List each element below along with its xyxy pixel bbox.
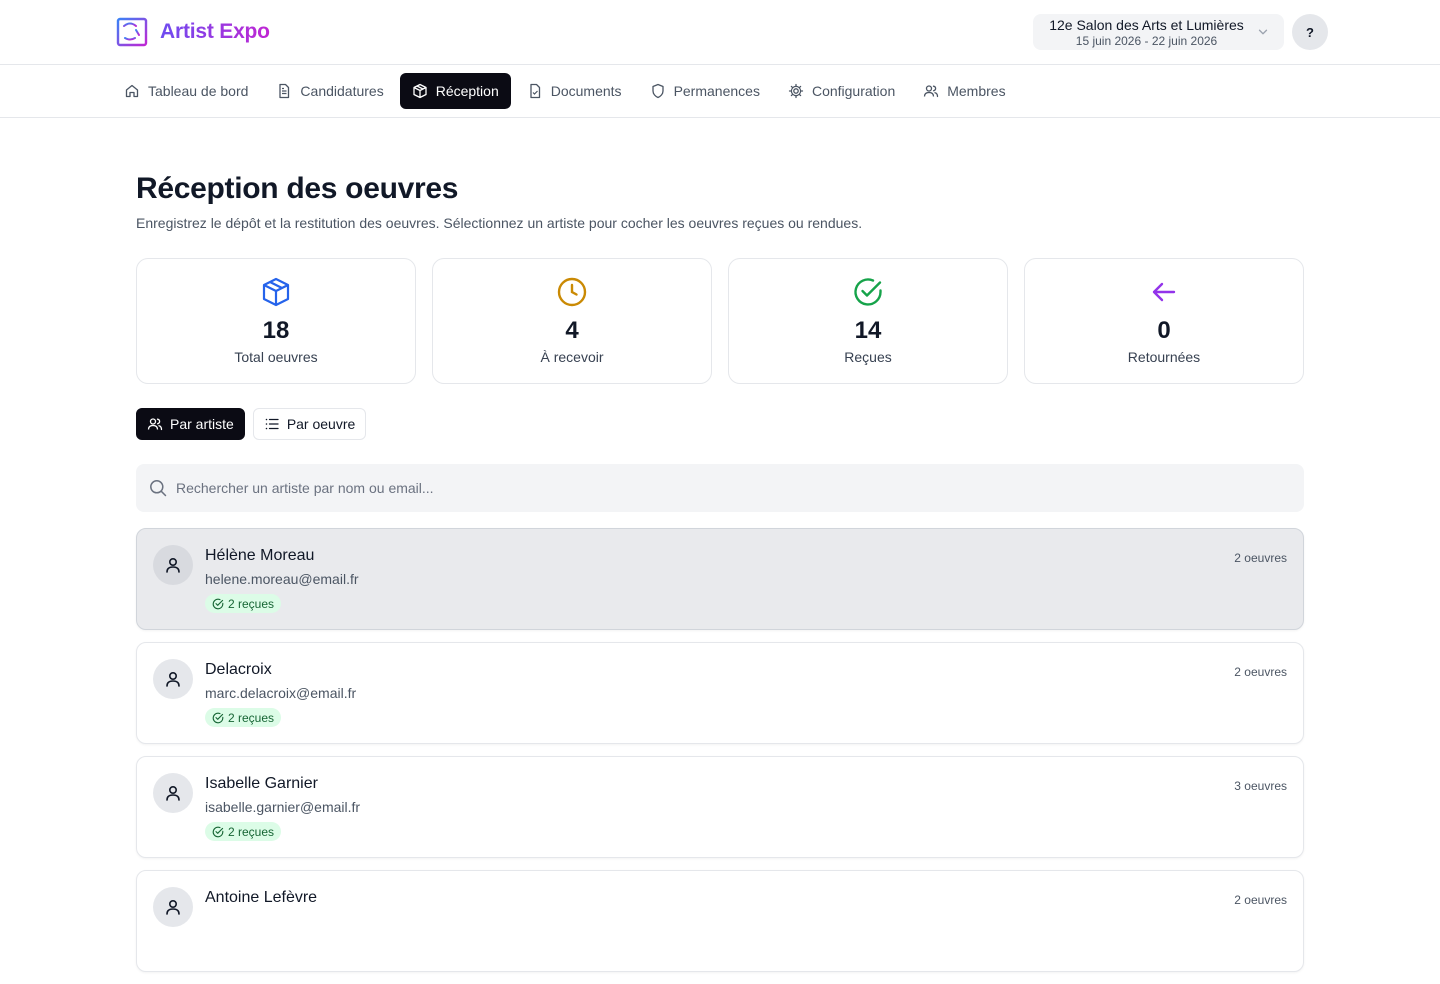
stat-value: 4 xyxy=(565,317,579,344)
nav-item-documents[interactable]: Documents xyxy=(515,73,634,109)
nav-item-tableau-de-bord[interactable]: Tableau de bord xyxy=(112,73,260,109)
chevron-down-icon xyxy=(1258,29,1268,35)
received-label: 2 reçues xyxy=(228,824,275,839)
search-input[interactable] xyxy=(176,464,1286,512)
by-artist-label: Par artiste xyxy=(170,416,234,432)
stat-label: À recevoir xyxy=(540,349,604,365)
main-nav: Tableau de bord Candidatures Réception D… xyxy=(0,65,1440,118)
avatar xyxy=(153,887,193,927)
users-icon xyxy=(147,418,163,431)
stat-label: Retournées xyxy=(1127,349,1201,365)
nav-item-reception[interactable]: Réception xyxy=(399,73,511,109)
nav-label: Tableau de bord xyxy=(148,83,249,99)
stat-value: 0 xyxy=(1157,317,1171,344)
artist-email: isabelle.garnier@email.fr xyxy=(205,799,361,815)
users-icon xyxy=(924,85,939,98)
avatar xyxy=(153,773,193,813)
check-circle-icon xyxy=(212,598,224,609)
nav-item-membres[interactable]: Membres xyxy=(911,73,1017,109)
received-badge: 2 reçues xyxy=(205,708,282,727)
help-button[interactable]: ? xyxy=(1292,14,1328,50)
event-dates: 15 juin 2026 - 22 juin 2026 xyxy=(1075,34,1218,48)
by-work-button[interactable]: Par oeuvre xyxy=(252,408,367,440)
nav-label: Membres xyxy=(947,83,1006,99)
file-check-icon xyxy=(530,83,540,99)
received-label: 2 reçues xyxy=(228,596,275,611)
list-icon xyxy=(265,418,279,430)
home-icon xyxy=(125,84,139,98)
user-icon xyxy=(166,557,180,573)
stat-card-received: 14 Reçues xyxy=(728,258,1008,384)
package-icon xyxy=(262,277,290,307)
stat-card-returned: 0 Retournées xyxy=(1024,258,1304,384)
nav-label: Permanences xyxy=(673,83,760,99)
artist-name: Hélène Moreau xyxy=(205,547,315,564)
stat-card-to-receive: 4 À recevoir xyxy=(432,258,712,384)
app-logo[interactable]: Artist Expo xyxy=(116,17,270,47)
check-circle-icon xyxy=(212,826,224,837)
page-description: Enregistrez le dépôt et la restitution d… xyxy=(136,215,863,231)
user-icon xyxy=(166,899,180,915)
nav-label: Réception xyxy=(435,83,499,99)
stat-label: Total oeuvres xyxy=(234,349,318,365)
user-icon xyxy=(166,671,180,687)
stat-label: Reçues xyxy=(844,349,892,365)
user-icon xyxy=(166,785,180,801)
gear-icon xyxy=(788,83,804,99)
stats-row: 18 Total oeuvres 4 À recevoir 14 Reçues … xyxy=(136,258,1304,384)
clock-icon xyxy=(557,277,587,307)
nav-item-configuration[interactable]: Configuration xyxy=(776,73,907,109)
by-work-label: Par oeuvre xyxy=(286,416,356,432)
avatar xyxy=(153,545,193,585)
arrow-left-icon xyxy=(1152,282,1176,302)
page-title: Réception des oeuvres xyxy=(136,172,459,205)
received-label: 2 reçues xyxy=(228,710,275,725)
check-circle-icon xyxy=(212,712,224,723)
stat-card-total: 18 Total oeuvres xyxy=(136,258,416,384)
artist-email: marc.delacroix@email.fr xyxy=(205,685,357,701)
package-icon xyxy=(413,83,427,99)
artist-email: helene.moreau@email.fr xyxy=(205,571,359,587)
file-text-icon xyxy=(279,83,290,99)
work-count: 2 oeuvres xyxy=(1234,893,1287,907)
event-name: 12e Salon des Arts et Lumières xyxy=(1049,17,1244,33)
search-box xyxy=(136,464,1304,512)
app-name: Artist Expo xyxy=(160,20,270,43)
nav-label: Configuration xyxy=(811,83,896,99)
received-badge: 2 reçues xyxy=(205,594,282,613)
artist-list: Hélène Moreau helene.moreau@email.fr 2 r… xyxy=(136,528,1304,984)
work-count: 3 oeuvres xyxy=(1234,779,1287,793)
shield-icon xyxy=(651,83,664,99)
artist-card[interactable]: Antoine Lefèvre 2 oeuvres xyxy=(136,870,1304,972)
avatar xyxy=(153,659,193,699)
top-bar: Artist Expo 12e Salon des Arts et Lumièr… xyxy=(0,0,1440,65)
event-selector[interactable]: 12e Salon des Arts et Lumières 15 juin 2… xyxy=(1033,14,1284,50)
artist-card[interactable]: Isabelle Garnier isabelle.garnier@email.… xyxy=(136,756,1304,858)
work-count: 2 oeuvres xyxy=(1234,665,1287,679)
nav-item-permanences[interactable]: Permanences xyxy=(638,73,772,109)
received-badge: 2 reçues xyxy=(205,822,282,841)
search-icon xyxy=(150,480,167,497)
artist-name: Isabelle Garnier xyxy=(205,775,318,792)
stat-value: 14 xyxy=(854,317,882,344)
nav-label: Documents xyxy=(550,83,622,99)
by-artist-button[interactable]: Par artiste xyxy=(136,408,245,440)
stat-value: 18 xyxy=(262,317,290,344)
work-count: 2 oeuvres xyxy=(1234,551,1287,565)
check-circle-icon xyxy=(854,278,882,306)
artist-card[interactable]: Delacroix marc.delacroix@email.fr 2 reçu… xyxy=(136,642,1304,744)
logo-icon xyxy=(116,17,148,47)
nav-item-candidatures[interactable]: Candidatures xyxy=(264,73,395,109)
artist-name: Antoine Lefèvre xyxy=(205,889,318,906)
artist-card[interactable]: Hélène Moreau helene.moreau@email.fr 2 r… xyxy=(136,528,1304,630)
view-toggle: Par artiste Par oeuvre xyxy=(136,408,367,440)
nav-label: Candidatures xyxy=(300,83,384,99)
artist-name: Delacroix xyxy=(205,661,272,678)
